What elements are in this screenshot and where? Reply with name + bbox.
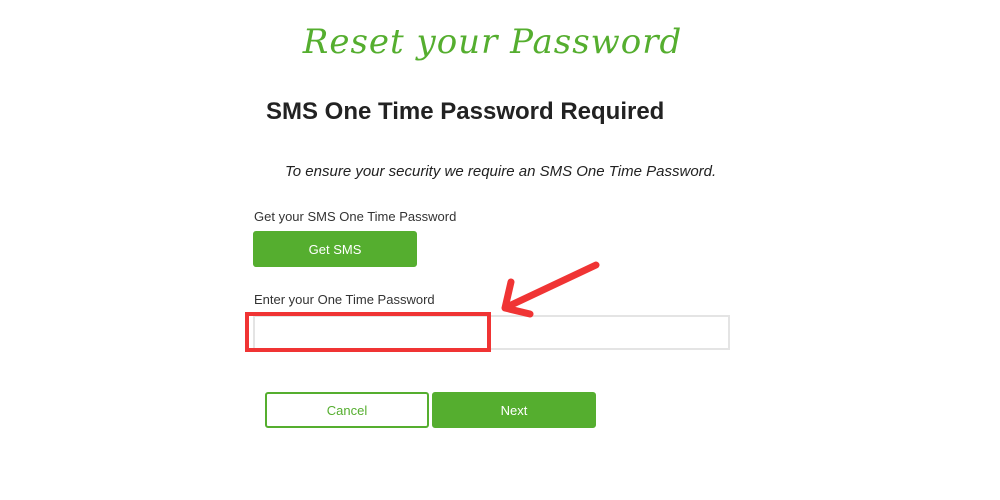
next-button-label: Next [500,402,528,418]
cancel-button[interactable]: Cancel [265,392,429,428]
page-script-title: Reset your Password [302,22,683,62]
reset-password-page: Reset your Password SMS One Time Passwor… [0,0,1000,500]
next-button[interactable]: Next [432,392,596,428]
security-notice: To ensure your security we require an SM… [285,163,717,180]
get-sms-button[interactable]: Get SMS [253,231,417,267]
get-sms-label: Get your SMS One Time Password [254,209,457,224]
otp-input[interactable] [253,315,730,350]
cancel-button-label: Cancel [326,402,368,418]
get-sms-button-label: Get SMS [308,241,362,257]
arrow-icon [501,261,600,318]
page-title: SMS One Time Password Required [266,98,665,125]
otp-label: Enter your One Time Password [254,292,435,307]
